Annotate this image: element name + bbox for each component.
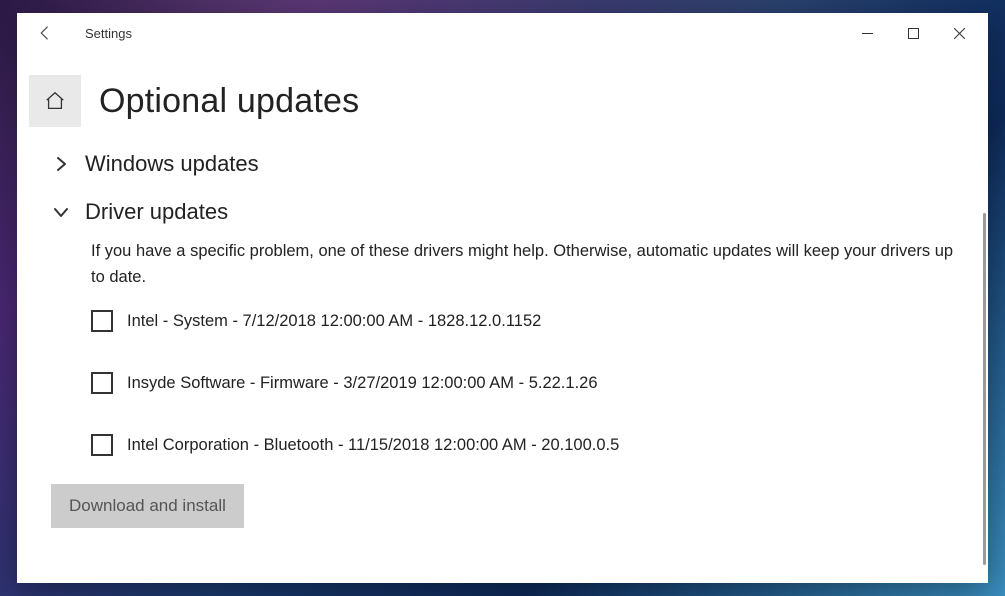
section-windows-updates[interactable]: Windows updates (51, 151, 966, 177)
section-label: Windows updates (85, 151, 259, 177)
page-title: Optional updates (99, 82, 359, 121)
window-controls (844, 17, 982, 49)
driver-label: Insyde Software - Firmware - 3/27/2019 1… (127, 374, 598, 393)
section-label: Driver updates (85, 199, 228, 225)
home-button[interactable] (29, 75, 81, 127)
driver-checkbox[interactable] (91, 372, 113, 394)
arrow-left-icon (36, 24, 54, 42)
driver-item: Intel Corporation - Bluetooth - 11/15/20… (91, 434, 958, 456)
close-button[interactable] (936, 17, 982, 49)
driver-updates-description: If you have a specific problem, one of t… (91, 239, 958, 290)
chevron-right-icon (51, 157, 71, 171)
content-area: Windows updates Driver updates If you ha… (17, 133, 988, 583)
driver-updates-body: If you have a specific problem, one of t… (51, 239, 966, 456)
minimize-icon (862, 28, 873, 39)
back-button[interactable] (31, 19, 59, 47)
download-install-button[interactable]: Download and install (51, 484, 244, 528)
minimize-button[interactable] (844, 17, 890, 49)
maximize-icon (908, 28, 919, 39)
home-icon (44, 90, 66, 112)
driver-checkbox[interactable] (91, 310, 113, 332)
titlebar: Settings (17, 13, 988, 53)
driver-label: Intel Corporation - Bluetooth - 11/15/20… (127, 436, 619, 455)
driver-item: Intel - System - 7/12/2018 12:00:00 AM -… (91, 310, 958, 332)
page-header: Optional updates (17, 53, 988, 133)
driver-checkbox[interactable] (91, 434, 113, 456)
driver-label: Intel - System - 7/12/2018 12:00:00 AM -… (127, 312, 541, 331)
titlebar-title: Settings (85, 26, 132, 41)
maximize-button[interactable] (890, 17, 936, 49)
scrollbar[interactable] (983, 213, 986, 565)
driver-item: Insyde Software - Firmware - 3/27/2019 1… (91, 372, 958, 394)
section-driver-updates[interactable]: Driver updates (51, 199, 966, 225)
settings-window: Settings Optional updates (17, 13, 988, 583)
chevron-down-icon (51, 205, 71, 219)
close-icon (954, 28, 965, 39)
action-row: Download and install (51, 484, 966, 528)
